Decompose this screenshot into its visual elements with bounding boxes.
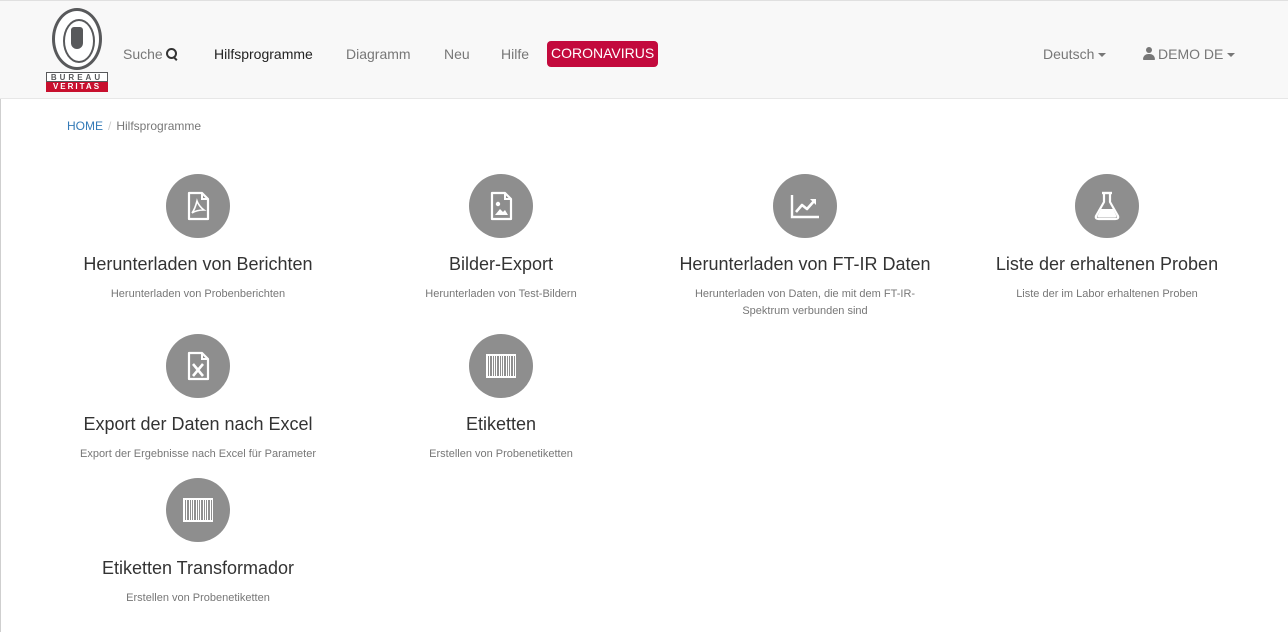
breadcrumb-current: Hilfsprogramme xyxy=(116,119,202,133)
tile-title: Etiketten Transformador xyxy=(101,558,295,578)
nav-hilfe[interactable]: Hilfe xyxy=(501,45,529,63)
image-file-icon xyxy=(490,191,513,221)
nav-suche[interactable]: Suche xyxy=(123,45,178,63)
tile-icon-circle xyxy=(166,174,230,238)
logo-veritas-text: VERITAS xyxy=(46,82,108,92)
tile-icon-circle xyxy=(166,478,230,542)
user-menu[interactable]: DEMO DE xyxy=(1143,45,1236,63)
tile-description: Herunterladen von Test-Bildern xyxy=(425,288,577,300)
tile-icon-circle xyxy=(469,174,533,238)
tile-title: Bilder-Export xyxy=(448,254,554,274)
tile-icon-circle xyxy=(773,174,837,238)
tile-icon-circle xyxy=(469,334,533,398)
language-label: Deutsch xyxy=(1043,46,1095,62)
pdf-file-icon xyxy=(187,191,210,221)
tile-icon-circle xyxy=(1075,174,1139,238)
user-name: DEMO DE xyxy=(1158,46,1224,62)
breadcrumb-home-link[interactable]: HOME xyxy=(67,119,103,133)
nav-coronavirus[interactable]: CORONAVIRUS xyxy=(547,41,659,67)
tile-image-export[interactable]: Bilder-Export Herunterladen von Test-Bil… xyxy=(351,174,651,303)
tile-title: Etiketten xyxy=(465,414,537,434)
barcode-icon xyxy=(183,498,213,522)
tile-description: Export der Ergebnisse nach Excel für Par… xyxy=(79,448,316,460)
tile-received-samples[interactable]: Liste der erhaltenen Proben Liste der im… xyxy=(957,174,1257,303)
nav-suche-label: Suche xyxy=(123,46,163,62)
tile-title: Liste der erhaltenen Proben xyxy=(995,254,1219,274)
bureau-veritas-logo[interactable]: BUREAU VERITAS xyxy=(46,6,110,92)
tile-description: Erstellen von Probenetiketten xyxy=(126,592,270,604)
search-icon xyxy=(165,48,178,60)
tile-download-ftir-data[interactable]: Herunterladen von FT-IR Daten Herunterla… xyxy=(655,174,955,320)
caret-down-icon xyxy=(1227,53,1236,58)
nav-diagramm[interactable]: Diagramm xyxy=(346,45,411,63)
breadcrumb: HOME / Hilfsprogramme xyxy=(67,119,201,133)
tile-title: Export der Daten nach Excel xyxy=(83,414,313,434)
tile-download-reports[interactable]: Herunterladen von Berichten Herunterlade… xyxy=(48,174,348,303)
tile-description: Herunterladen von Daten, die mit dem FT-… xyxy=(694,288,916,317)
tile-labels[interactable]: Etiketten Erstellen von Probenetiketten xyxy=(351,334,651,463)
flask-icon xyxy=(1094,191,1120,221)
caret-down-icon xyxy=(1098,53,1107,58)
tile-title: Herunterladen von FT-IR Daten xyxy=(679,254,931,274)
breadcrumb-separator: / xyxy=(108,119,112,133)
user-icon xyxy=(1143,47,1155,60)
language-dropdown[interactable]: Deutsch xyxy=(1043,45,1107,63)
tile-description: Herunterladen von Probenberichten xyxy=(110,288,286,300)
tile-description: Erstellen von Probenetiketten xyxy=(429,448,573,460)
nav-hilfsprogramme[interactable]: Hilfsprogramme xyxy=(214,45,313,63)
logo-bureau-text: BUREAU xyxy=(46,72,108,82)
nav-neu[interactable]: Neu xyxy=(444,45,470,63)
tile-excel-export[interactable]: Export der Daten nach Excel Export der E… xyxy=(48,334,348,463)
line-chart-icon xyxy=(790,195,819,219)
tile-title: Herunterladen von Berichten xyxy=(83,254,313,274)
tile-icon-circle xyxy=(166,334,230,398)
logo-seal-icon xyxy=(52,8,102,70)
tile-description: Liste der im Labor erhaltenen Proben xyxy=(1016,288,1198,300)
tile-labels-transformador[interactable]: Etiketten Transformador Erstellen von Pr… xyxy=(48,478,348,607)
top-navbar: BUREAU VERITAS Suche Hilfsprogramme Diag… xyxy=(0,0,1288,99)
barcode-icon xyxy=(486,354,516,378)
excel-file-icon xyxy=(187,351,210,381)
